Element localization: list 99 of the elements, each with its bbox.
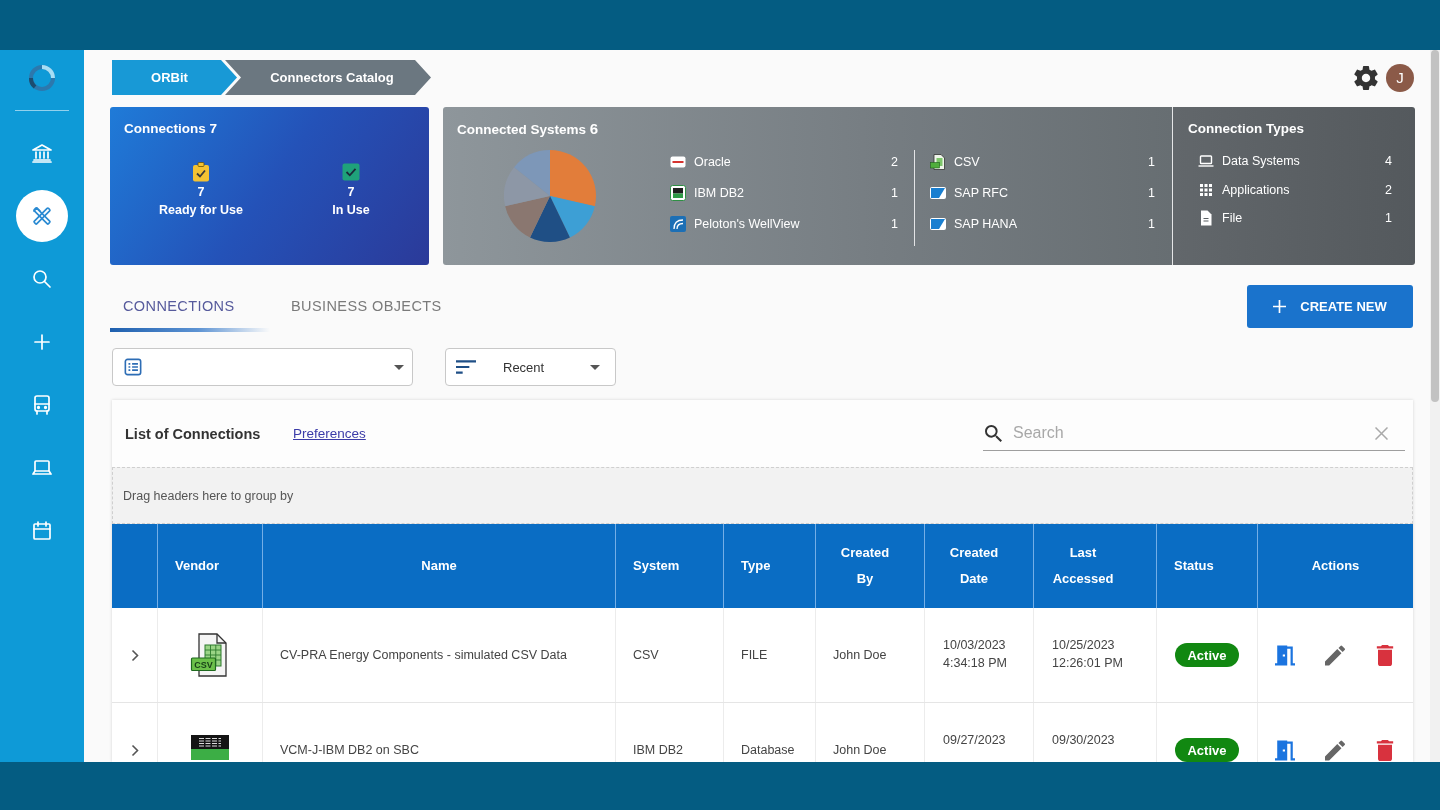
sidebar-item[interactable] [16, 190, 68, 242]
pie-slice [550, 150, 596, 207]
type-count: 1 [1385, 211, 1392, 226]
type-count: 2 [1385, 182, 1392, 197]
system-name: Oracle [694, 154, 731, 169]
stat-label: In Use [332, 202, 370, 218]
list-title: List of Connections [125, 425, 262, 442]
search-icon [985, 424, 1002, 442]
date-text: 10/25/2023 [1052, 637, 1115, 654]
group-drop-zone: Drag headers here to group by [112, 467, 1413, 524]
system-name: CSV [954, 154, 980, 169]
avatar[interactable]: J [1386, 63, 1414, 92]
system-text: IBM DB2 [633, 743, 683, 757]
column-header[interactable]: Name [421, 553, 457, 579]
system-name: SAP RFC [954, 185, 1008, 200]
create-new-button[interactable]: CREATE NEW [1247, 285, 1413, 328]
trash-icon[interactable] [1375, 644, 1395, 666]
type-text: Database [741, 743, 795, 757]
calendar-icon [30, 519, 54, 543]
pie-slice [530, 196, 570, 242]
column-header[interactable]: System [633, 553, 680, 579]
column-header[interactable]: Type [741, 553, 771, 579]
grid-icon [1198, 181, 1214, 198]
list-icon [123, 358, 143, 376]
system-count: 1 [891, 185, 898, 200]
breadcrumb-item[interactable]: ORBit [112, 60, 237, 95]
system-count: 1 [1148, 216, 1155, 231]
spreadsheet-icon [930, 153, 946, 170]
stat-label: Ready for Use [158, 202, 244, 218]
clipboard-check-icon [192, 162, 210, 182]
time-text: 4:34:18 PM [943, 655, 1007, 672]
status-badge: Active [1175, 738, 1239, 762]
card-title: Connections 7 [123, 120, 218, 137]
chevron-icon[interactable] [130, 743, 139, 757]
sort-select[interactable]: Recent [445, 348, 616, 386]
system-name: SAP HANA [954, 216, 1017, 231]
scrollbar-thumb[interactable] [1431, 50, 1439, 402]
vendor-logo-icon [930, 184, 946, 201]
column-header[interactable]: Status [1174, 553, 1214, 579]
creator-name: John Doe [833, 743, 887, 757]
tab[interactable]: BUSINESS OBJECTS [278, 280, 455, 332]
creator-name: John Doe [833, 648, 887, 662]
search-icon [30, 267, 54, 291]
card-title: Connection Types [1187, 120, 1305, 137]
file-icon [1198, 210, 1214, 227]
tools-icon [30, 204, 54, 228]
pencil-icon[interactable] [1325, 739, 1345, 761]
settings-icon[interactable] [1354, 65, 1378, 90]
column-header[interactable]: Vendor [175, 553, 220, 579]
door-icon[interactable] [1275, 644, 1295, 666]
plus-icon [1273, 300, 1287, 313]
type-name: Applications [1222, 182, 1290, 197]
date-text: 09/30/2023 [1052, 732, 1115, 749]
trash-icon[interactable] [1375, 739, 1395, 761]
checkbox-icon [342, 162, 360, 182]
system-count: 1 [891, 216, 898, 231]
vendor-logo-icon [670, 215, 686, 232]
breadcrumb-item[interactable]: Connectors Catalog [225, 60, 431, 95]
type-name: Data Systems [1222, 154, 1300, 169]
system-count: 1 [1148, 185, 1155, 200]
column-header[interactable]: Last Accessed [1051, 540, 1115, 592]
type-count: 4 [1385, 154, 1392, 169]
caret-icon [590, 364, 600, 370]
pie-slice [550, 196, 595, 238]
connection-name: VCM-J-IBM DB2 on SBC [280, 743, 419, 757]
pie-slice [504, 167, 550, 207]
system-count: 1 [1148, 154, 1155, 169]
chevron-icon[interactable] [130, 648, 139, 662]
clear-icon[interactable] [1375, 426, 1388, 440]
connection-name: CV-PRA Energy Components - simulated CSV Data [280, 648, 567, 662]
caret-icon [394, 364, 404, 370]
stat-value: 7 [197, 184, 205, 200]
logo-icon [27, 63, 57, 93]
column-header[interactable]: Actions [1311, 553, 1360, 579]
status-badge: Active [1175, 643, 1239, 667]
column-header[interactable]: Created By [833, 540, 897, 592]
stat-value: 7 [347, 184, 355, 200]
laptop-icon [1198, 153, 1214, 170]
search-input[interactable]: Search [1013, 421, 1367, 445]
system-text: CSV [633, 648, 659, 662]
pie-slice [514, 150, 550, 196]
pencil-icon[interactable] [1325, 644, 1345, 666]
system-name: Peloton's WellView [694, 216, 800, 231]
date-text: 10/03/2023 [943, 637, 1006, 654]
pie-slice [505, 196, 550, 238]
type-name: File [1222, 211, 1243, 226]
door-icon[interactable] [1275, 739, 1295, 761]
system-name: IBM DB2 [694, 185, 744, 200]
date-text: 09/27/2023 [943, 732, 1006, 749]
time-text: 12:26:01 PM [1052, 655, 1123, 672]
sort-icon [456, 358, 476, 376]
vendor-logo-icon [930, 215, 946, 232]
column-header[interactable]: Created Date [942, 540, 1006, 592]
card-title: Connected Systems 6 [456, 119, 600, 138]
type-text: FILE [741, 648, 768, 662]
preferences-link[interactable]: Preferences [293, 426, 366, 441]
database-logo-icon [670, 184, 686, 201]
system-count: 2 [891, 154, 898, 169]
bank-icon [30, 141, 54, 165]
